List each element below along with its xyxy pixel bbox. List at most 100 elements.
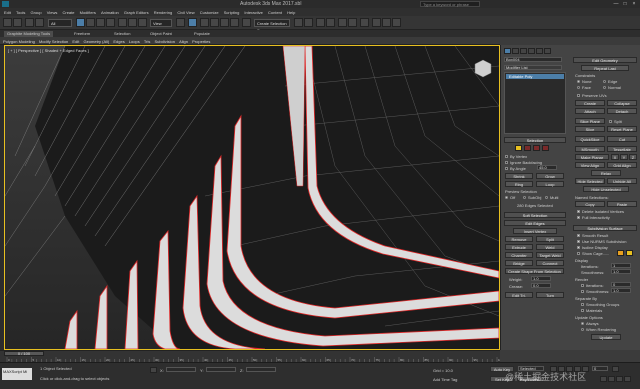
menu-interactive[interactable]: Interactive <box>244 10 262 15</box>
by-vertex-checkbox[interactable]: By Vertex <box>505 154 527 159</box>
menu-customize[interactable]: Customize <box>200 10 219 15</box>
ribbon-align[interactable]: Align <box>179 39 188 44</box>
maximize-icon[interactable]: □ <box>621 1 629 7</box>
ribbon-loops[interactable]: Loops <box>129 39 140 44</box>
planar-z-button[interactable]: Z <box>629 154 637 160</box>
time-configuration-icon[interactable] <box>612 366 619 372</box>
pan-icon[interactable] <box>608 376 615 382</box>
turn-button[interactable]: Turn <box>536 292 564 298</box>
target-weld-button[interactable]: Target Weld <box>536 252 564 258</box>
utilities-tab-icon[interactable] <box>544 48 551 54</box>
select-manipulate-icon[interactable] <box>188 18 197 27</box>
schematic-view-icon[interactable] <box>348 18 357 27</box>
display-tab-icon[interactable] <box>536 48 543 54</box>
object-name-field[interactable]: Box004 <box>504 57 562 62</box>
render-smoothness-field[interactable]: 1.0 <box>611 288 631 293</box>
smoothness-field[interactable]: 1.0 <box>611 269 631 274</box>
full-interactivity-checkbox[interactable]: Full Interactivity <box>577 215 610 220</box>
edit-named-selection-icon[interactable] <box>242 18 251 27</box>
constraint-none-radio[interactable]: None <box>577 79 592 84</box>
ribbon-edit[interactable]: Edit <box>72 39 79 44</box>
attach-button[interactable]: Attach <box>575 108 605 114</box>
vertex-mode-icon[interactable] <box>515 145 522 151</box>
modify-tab-icon[interactable] <box>512 48 519 54</box>
paste-button[interactable]: Paste <box>607 201 637 207</box>
polygon-mode-icon[interactable] <box>542 145 549 151</box>
menu-views[interactable]: Views <box>47 10 58 15</box>
reset-plane-button[interactable]: Reset Plane <box>607 126 637 132</box>
undo-icon[interactable] <box>3 18 12 27</box>
rendered-frame-window-icon[interactable] <box>382 18 391 27</box>
move-icon[interactable] <box>118 18 127 27</box>
grow-button[interactable]: Grow <box>536 173 564 179</box>
connect-button[interactable]: Connect <box>536 260 564 266</box>
menu-create[interactable]: Create <box>62 10 74 15</box>
perspective-viewport[interactable]: [ + ] [ Perspective ] [ Shaded + Edged F… <box>4 45 500 350</box>
material-editor-icon[interactable] <box>360 18 369 27</box>
split-checkbox[interactable]: Split <box>609 119 622 124</box>
repeat-last-button[interactable]: Repeat Last <box>581 65 629 71</box>
orbit-icon[interactable] <box>616 376 623 382</box>
chamfer-button[interactable]: Chamfer <box>505 252 533 258</box>
menu-modifiers[interactable]: Modifiers <box>80 10 96 15</box>
when-rendering-radio[interactable]: When Rendering <box>581 327 616 332</box>
update-button[interactable]: Update <box>591 334 621 340</box>
menu-tools[interactable]: Tools <box>16 10 25 15</box>
percent-snap-icon[interactable] <box>220 18 229 27</box>
scale-icon[interactable] <box>138 18 147 27</box>
hierarchy-tab-icon[interactable] <box>520 48 527 54</box>
menu-help[interactable]: Help <box>287 10 295 15</box>
edit-edges-rollout-header[interactable]: Edit Edges <box>504 220 566 226</box>
by-angle-checkbox[interactable]: By Angle <box>505 166 526 171</box>
show-cage-checkbox[interactable]: Show Cage...... <box>577 251 609 256</box>
smooth-result-checkbox[interactable]: Smooth Result <box>577 233 608 238</box>
snap-toggle-icon[interactable] <box>200 18 209 27</box>
edge-mode-icon[interactable] <box>524 145 531 151</box>
create-tab-icon[interactable] <box>504 48 511 54</box>
detach-button[interactable]: Detach <box>607 108 637 114</box>
delete-isolated-checkbox[interactable]: Delete Isolated Vertices <box>577 209 624 214</box>
constraint-face-radio[interactable]: Face <box>577 85 591 90</box>
collapse-button[interactable]: Collapse <box>607 100 637 106</box>
constraint-edge-radio[interactable]: Edge <box>603 79 617 84</box>
ribbon-properties[interactable]: Properties <box>192 39 210 44</box>
add-time-tag-button[interactable]: Add Time Tag <box>433 377 457 382</box>
align-icon[interactable] <box>304 18 313 27</box>
spinner-snap-icon[interactable] <box>230 18 239 27</box>
app-logo-icon[interactable] <box>2 1 9 7</box>
render-smoothness-checkbox[interactable]: Smoothness: <box>581 289 609 294</box>
extrude-button[interactable]: Extrude <box>505 244 533 250</box>
split-button[interactable]: Split <box>536 236 564 242</box>
edit-geometry-rollout-header[interactable]: Edit Geometry <box>573 57 637 63</box>
modifier-list-dropdown[interactable]: Modifier List <box>504 65 562 70</box>
maxscript-listener[interactable]: MAXScript Mi <box>2 368 32 380</box>
menu-group[interactable]: Group <box>31 10 42 15</box>
maximize-viewport-icon[interactable] <box>624 376 631 382</box>
constraint-normal-radio[interactable]: Normal <box>603 85 621 90</box>
soft-selection-rollout-header[interactable]: Soft Selection <box>504 212 566 218</box>
ribbon-toggle-icon[interactable] <box>326 18 335 27</box>
tab-object-paint[interactable]: Object Paint <box>150 31 172 36</box>
mirror-icon[interactable] <box>294 18 303 27</box>
create-button[interactable]: Create <box>575 100 605 106</box>
weight-field[interactable]: 1.0 <box>531 276 551 281</box>
make-planar-button[interactable]: Make Planar <box>575 154 609 160</box>
motion-tab-icon[interactable] <box>528 48 535 54</box>
ribbon-edges[interactable]: Edges <box>113 39 124 44</box>
bridge-button[interactable]: Bridge <box>505 260 533 266</box>
slice-plane-button[interactable]: Slice Plane <box>575 118 605 124</box>
crease-field[interactable]: 0.0 <box>531 283 551 288</box>
always-radio[interactable]: Always <box>581 321 599 326</box>
iterations-field[interactable]: 1 <box>611 263 631 268</box>
menu-rendering[interactable]: Rendering <box>154 10 172 15</box>
ribbon-subdivision[interactable]: Subdivision <box>155 39 175 44</box>
unhide-all-button[interactable]: Unhide All <box>607 178 637 184</box>
time-slider[interactable]: 0 / 100 <box>4 351 44 356</box>
angle-snap-icon[interactable] <box>210 18 219 27</box>
loop-button[interactable]: Loop <box>536 181 564 187</box>
select-object-icon[interactable] <box>76 18 85 27</box>
tessellate-button[interactable]: Tessellate <box>607 146 637 152</box>
ring-button[interactable]: Ring <box>505 181 533 187</box>
rotate-icon[interactable] <box>128 18 137 27</box>
use-nurms-checkbox[interactable]: Use NURMS Subdivision <box>577 239 626 244</box>
